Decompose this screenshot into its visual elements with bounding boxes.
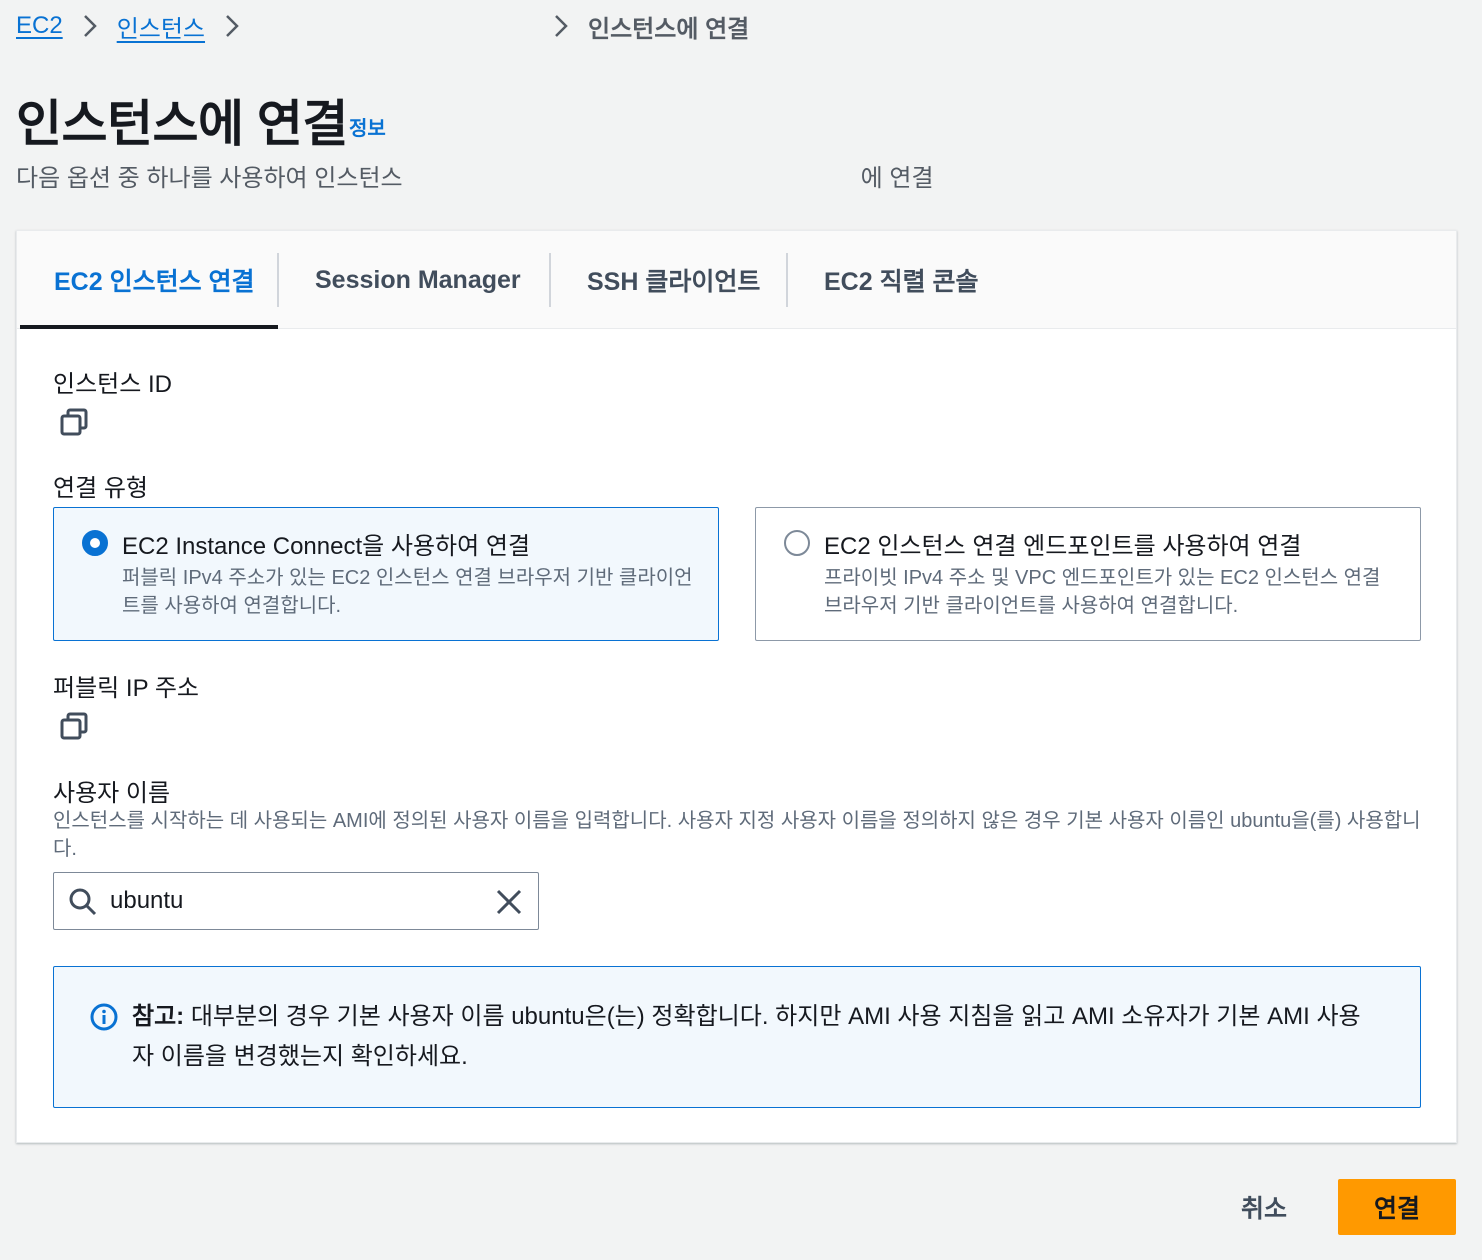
radio-button-selected[interactable] bbox=[82, 530, 108, 556]
username-field[interactable] bbox=[53, 872, 539, 930]
breadcrumb: EC2 인스턴스 인스턴스에 연결 bbox=[16, 6, 749, 46]
chevron-right-icon bbox=[554, 14, 568, 38]
radio-option-title: EC2 인스턴스 연결 엔드포인트를 사용하여 연결 bbox=[824, 533, 1302, 560]
chevron-right-icon bbox=[225, 14, 239, 38]
cancel-button[interactable]: 취소 bbox=[1218, 1180, 1310, 1234]
chevron-right-icon bbox=[83, 14, 97, 38]
tab-ssh-client[interactable]: SSH 클라이언트 bbox=[587, 231, 760, 329]
radio-option-endpoint[interactable]: EC2 인스턴스 연결 엔드포인트를 사용하여 연결 프라이빗 IPv4 주소 … bbox=[755, 507, 1421, 641]
tab-ec2-instance-connect[interactable]: EC2 인스턴스 연결 bbox=[54, 231, 255, 329]
instance-id-label: 인스턴스 ID bbox=[53, 371, 172, 398]
breadcrumb-current: 인스턴스에 연결 bbox=[588, 15, 750, 43]
info-icon bbox=[90, 1003, 118, 1031]
info-link[interactable]: 정보 bbox=[349, 112, 386, 141]
alert-message: 참고: 대부분의 경우 기본 사용자 이름 ubuntu은(는) 정확합니다. … bbox=[132, 997, 1382, 1077]
subtitle-prefix: 다음 옵션 중 하나를 사용하여 인스턴스 bbox=[16, 165, 403, 192]
radio-option-title: EC2 Instance Connect을 사용하여 연결 bbox=[122, 533, 531, 560]
breadcrumb-instances-link[interactable]: 인스턴스 bbox=[117, 9, 205, 44]
tab-bar: EC2 인스턴스 연결 Session Manager SSH 클라이언트 EC… bbox=[17, 231, 1456, 329]
username-helper-text: 인스턴스를 시작하는 데 사용되는 AMI에 정의된 사용자 이름을 입력합니다… bbox=[53, 810, 1421, 860]
connect-button[interactable]: 연결 bbox=[1338, 1179, 1456, 1235]
search-icon bbox=[69, 888, 97, 916]
breadcrumb-ec2-link[interactable]: EC2 bbox=[16, 12, 63, 40]
tab-divider bbox=[549, 253, 551, 307]
tab-divider bbox=[277, 253, 279, 307]
username-input[interactable] bbox=[110, 881, 480, 921]
public-ip-label: 퍼블릭 IP 주소 bbox=[53, 675, 199, 702]
radio-option-description: 퍼블릭 IPv4 주소가 있는 EC2 인스턴스 연결 브라우저 기반 클라이언… bbox=[122, 567, 693, 617]
tab-ec2-serial-console[interactable]: EC2 직렬 콘솔 bbox=[824, 231, 979, 329]
close-icon[interactable] bbox=[494, 887, 524, 917]
active-tab-indicator bbox=[20, 325, 278, 329]
page-title: 인스턴스에 연결 bbox=[16, 96, 348, 152]
radio-option-description: 프라이빗 IPv4 주소 및 VPC 엔드포인트가 있는 EC2 인스턴스 연결… bbox=[824, 567, 1381, 617]
tab-divider bbox=[786, 253, 788, 307]
username-label: 사용자 이름 bbox=[53, 780, 171, 807]
info-alert: 참고: 대부분의 경우 기본 사용자 이름 ubuntu은(는) 정확합니다. … bbox=[53, 966, 1421, 1108]
connect-panel: EC2 인스턴스 연결 Session Manager SSH 클라이언트 EC… bbox=[16, 230, 1457, 1143]
copy-icon[interactable] bbox=[59, 407, 89, 437]
alert-body: 대부분의 경우 기본 사용자 이름 ubuntu은(는) 정확합니다. 하지만 … bbox=[132, 1003, 1361, 1070]
page-subtitle: 다음 옵션 중 하나를 사용하여 인스턴스 에 연결 bbox=[16, 158, 934, 193]
radio-button[interactable] bbox=[784, 530, 810, 556]
connection-type-label: 연결 유형 bbox=[53, 475, 148, 502]
copy-icon[interactable] bbox=[59, 711, 89, 741]
subtitle-suffix: 에 연결 bbox=[860, 165, 934, 192]
alert-prefix: 참고: bbox=[132, 1003, 185, 1030]
subtitle-redacted-instance bbox=[403, 158, 861, 193]
tab-session-manager[interactable]: Session Manager bbox=[315, 231, 521, 329]
radio-option-instance-connect[interactable]: EC2 Instance Connect을 사용하여 연결 퍼블릭 IPv4 주… bbox=[53, 507, 719, 641]
